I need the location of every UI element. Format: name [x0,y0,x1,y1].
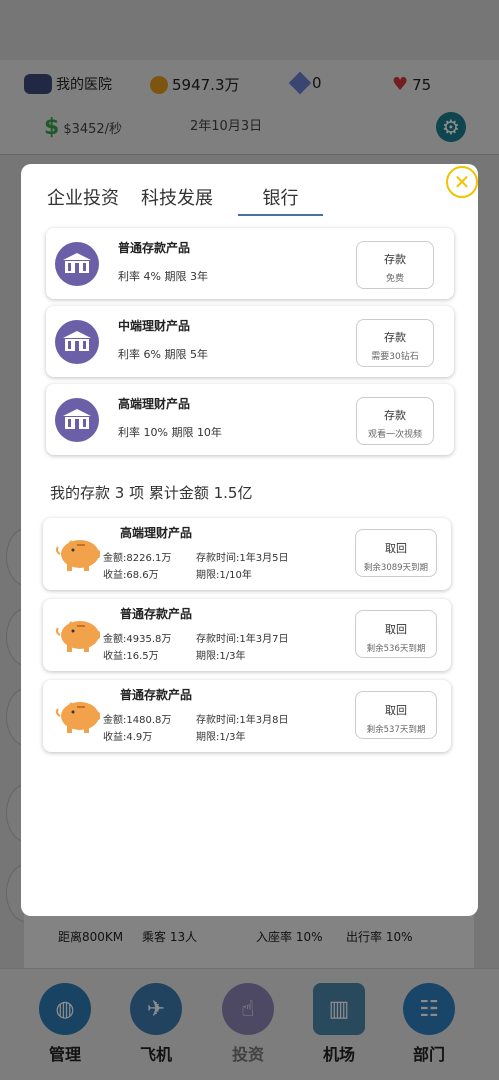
piggy-bank-icon [53,536,101,572]
tab-tech-development[interactable]: 科技发展 [141,184,213,210]
withdraw-button[interactable]: 取回 剩余536天到期 [355,610,437,658]
deposit-product-name: 高端理财产品 [120,526,193,540]
deposit-product-name: 普通存款产品 [120,688,193,702]
close-button[interactable]: ✕ [446,166,478,198]
bank-building-icon [55,242,99,286]
deposit-earnings: 收益:4.9万 [103,732,153,743]
bank-building-icon [55,398,99,442]
deposit-time: 存款时间:1年3月5日 [196,553,289,564]
product-rate-term: 利率 6% 期限 5年 [118,348,208,361]
deposit-earnings: 收益:68.6万 [103,570,159,581]
product-card: 高端理财产品 利率 10% 期限 10年 存款 观看一次视频 [46,384,454,455]
deposit-card: 高端理财产品 金额:8226.1万 存款时间:1年3月5日 收益:68.6万 期… [43,518,451,590]
deposit-amount: 金额:4935.8万 [103,634,172,645]
bank-building-icon [55,320,99,364]
deposit-button[interactable]: 存款 观看一次视频 [356,397,434,445]
deposit-card: 普通存款产品 金额:1480.8万 存款时间:1年3月8日 收益:4.9万 期限… [43,680,451,752]
product-card: 普通存款产品 利率 4% 期限 3年 存款 免费 [46,228,454,299]
tab-enterprise-investment[interactable]: 企业投资 [47,184,119,210]
product-name: 中端理财产品 [118,319,191,333]
deposit-amount: 金额:1480.8万 [103,715,172,726]
deposit-earnings: 收益:16.5万 [103,651,159,662]
deposit-term: 期限:1/10年 [196,570,252,581]
deposit-amount: 金额:8226.1万 [103,553,172,564]
withdraw-button[interactable]: 取回 剩余3089天到期 [355,529,437,577]
deposit-button[interactable]: 存款 免费 [356,241,434,289]
tab-bank[interactable]: 银行 [238,184,323,216]
piggy-bank-icon [53,698,101,734]
deposit-summary: 我的存款 3 项 累计金额 1.5亿 [50,484,253,502]
deposit-term: 期限:1/3年 [196,651,246,662]
product-name: 普通存款产品 [118,241,191,255]
product-name: 高端理财产品 [118,397,191,411]
close-icon: ✕ [453,170,471,194]
deposit-time: 存款时间:1年3月7日 [196,634,289,645]
withdraw-button[interactable]: 取回 剩余537天到期 [355,691,437,739]
deposit-time: 存款时间:1年3月8日 [196,715,289,726]
product-rate-term: 利率 10% 期限 10年 [118,426,222,439]
deposit-button[interactable]: 存款 需要30钻石 [356,319,434,367]
piggy-bank-icon [53,617,101,653]
product-rate-term: 利率 4% 期限 3年 [118,270,208,283]
deposit-product-name: 普通存款产品 [120,607,193,621]
deposit-card: 普通存款产品 金额:4935.8万 存款时间:1年3月7日 收益:16.5万 期… [43,599,451,671]
product-card: 中端理财产品 利率 6% 期限 5年 存款 需要30钻石 [46,306,454,377]
deposit-term: 期限:1/3年 [196,732,246,743]
